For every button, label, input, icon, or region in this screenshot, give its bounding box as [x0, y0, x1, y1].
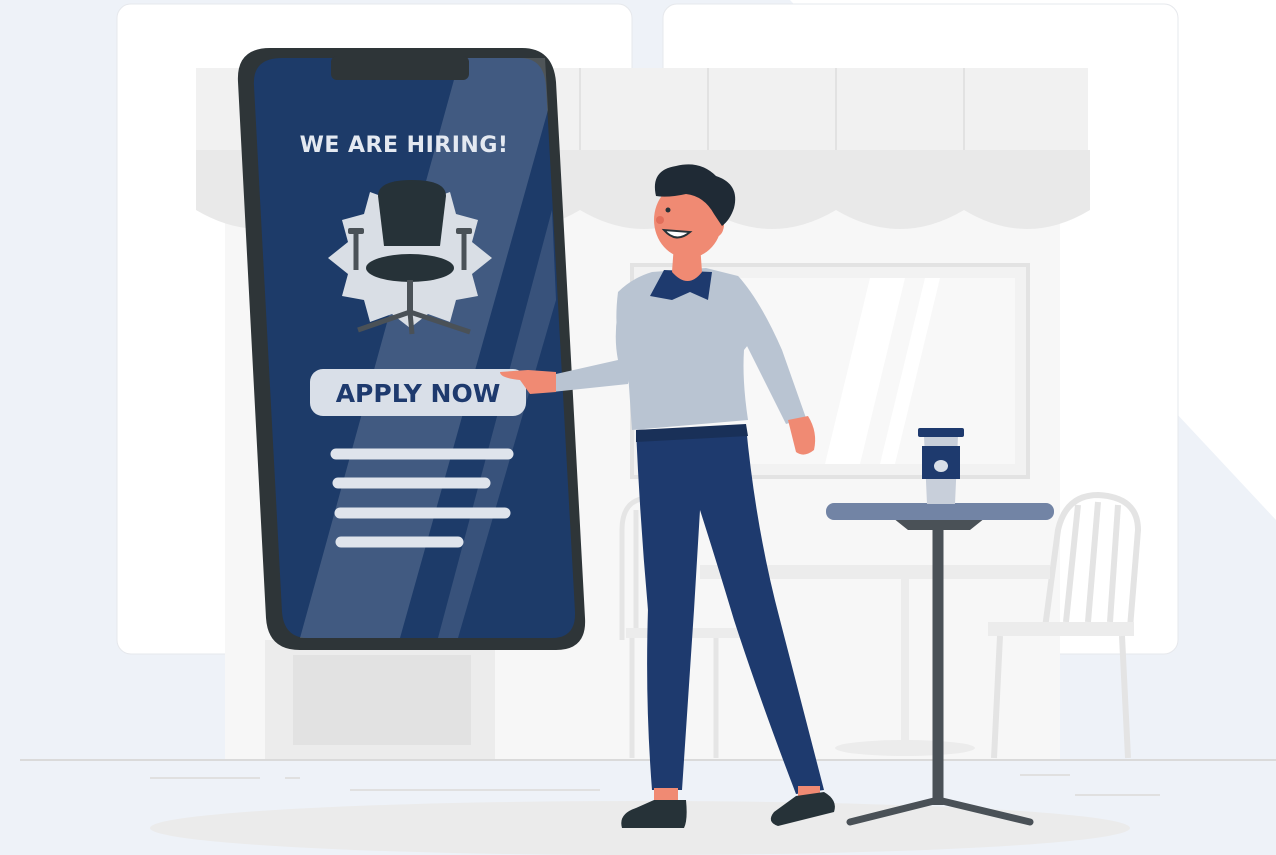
- cafe-table-top: [826, 503, 1054, 520]
- phone: WE ARE HIRING! APPLY NOW: [237, 48, 586, 650]
- man-eye: [665, 207, 671, 213]
- phone-notch: [331, 56, 469, 80]
- hiring-illustration: WE ARE HIRING! APPLY NOW: [0, 0, 1276, 855]
- man-cheek: [656, 216, 664, 224]
- apply-now-button[interactable]: APPLY NOW: [310, 369, 526, 416]
- shop-door-glass: [293, 655, 471, 745]
- hiring-headline: WE ARE HIRING!: [300, 133, 509, 158]
- apply-now-label: APPLY NOW: [336, 379, 501, 408]
